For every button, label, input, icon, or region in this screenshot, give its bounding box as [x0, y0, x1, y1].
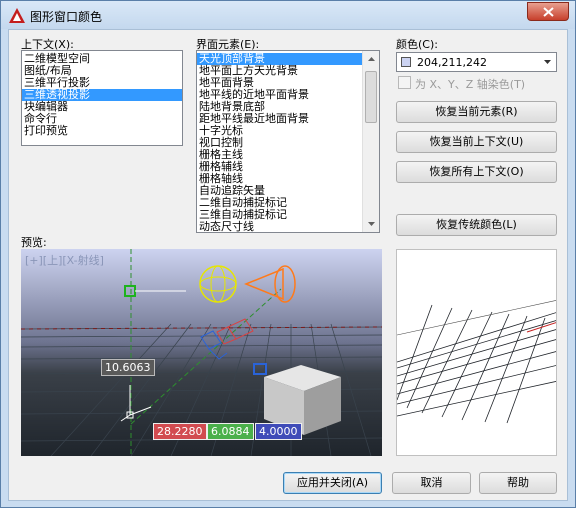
- context-list: 二维模型空间 图纸/布局 三维平行投影 三维透视投影 块编辑器 命令行 打印预览: [22, 51, 182, 137]
- window-title: 图形窗口颜色: [30, 10, 103, 24]
- color-value: 204,211,242: [417, 56, 487, 69]
- dialog-body: 上下文(X): 二维模型空间 图纸/布局 三维平行投影 三维透视投影 块编辑器 命令行 打印…: [8, 29, 568, 501]
- elements-list: 天光顶部背景 地平面上方天光背景 地平面背景 地平线的近地平面背景 陆地背景底部 距地平线…: [197, 51, 363, 233]
- coord-y-input: 6.0884: [207, 423, 254, 440]
- grid-drawing: [397, 250, 556, 455]
- context-listbox[interactable]: 二维模型空间 图纸/布局 三维平行投影 三维透视投影 块编辑器 命令行 打印预览: [21, 50, 183, 146]
- title-bar[interactable]: 图形窗口颜色: [1, 1, 575, 29]
- coord-z-input: 4.0000: [255, 423, 302, 440]
- dialog-window: 图形窗口颜色 上下文(X): 二维模型空间 图纸/布局 三维平行投影 三维透视投影 块编…: [0, 0, 576, 508]
- preview-3d-viewport: [+][上][X-射线] 10.6063 28.2280 6.0884 4.00…: [21, 249, 382, 456]
- restore-context-button[interactable]: 恢复当前上下文(U): [396, 131, 557, 153]
- dimension-input: 10.6063: [101, 359, 155, 376]
- color-swatch: [401, 57, 411, 67]
- elements-listbox[interactable]: 天光顶部背景 地平面上方天光背景 地平面背景 地平线的近地平面背景 陆地背景底部 距地平线…: [196, 50, 380, 233]
- scroll-up-button[interactable]: [363, 51, 379, 67]
- chevron-down-icon: [367, 222, 375, 226]
- autocad-logo-icon: [9, 8, 25, 23]
- apply-close-button[interactable]: 应用并关闭(A): [283, 472, 382, 494]
- restore-element-button[interactable]: 恢复当前元素(R): [396, 101, 557, 123]
- close-icon: [543, 7, 554, 17]
- elements-scrollbar[interactable]: [362, 51, 379, 232]
- context-item[interactable]: 打印预览: [22, 125, 182, 137]
- preview-label: 预览:: [21, 236, 47, 249]
- cancel-button[interactable]: 取消: [392, 472, 471, 494]
- preview-grid-viewport: [396, 249, 557, 456]
- color-label: 颜色(C):: [396, 38, 438, 51]
- chevron-down-icon: [544, 60, 551, 64]
- chevron-up-icon: [367, 57, 375, 61]
- tint-axes-label: 为 X、Y、Z 轴染色(T): [415, 78, 526, 91]
- viewport-label: [+][上][X-射线]: [25, 254, 104, 267]
- restore-all-button[interactable]: 恢复所有上下文(O): [396, 161, 557, 183]
- restore-classic-button[interactable]: 恢复传统颜色(L): [396, 214, 557, 236]
- close-button[interactable]: [527, 2, 569, 21]
- scroll-down-button[interactable]: [363, 216, 379, 232]
- help-button[interactable]: 帮助: [479, 472, 557, 494]
- elements-item[interactable]: 动态尺寸线: [197, 221, 363, 233]
- tint-axes-checkbox[interactable]: [398, 76, 411, 89]
- color-dropdown[interactable]: 204,211,242: [396, 52, 557, 72]
- scroll-thumb[interactable]: [365, 71, 377, 123]
- coord-x-input: 28.2280: [153, 423, 207, 440]
